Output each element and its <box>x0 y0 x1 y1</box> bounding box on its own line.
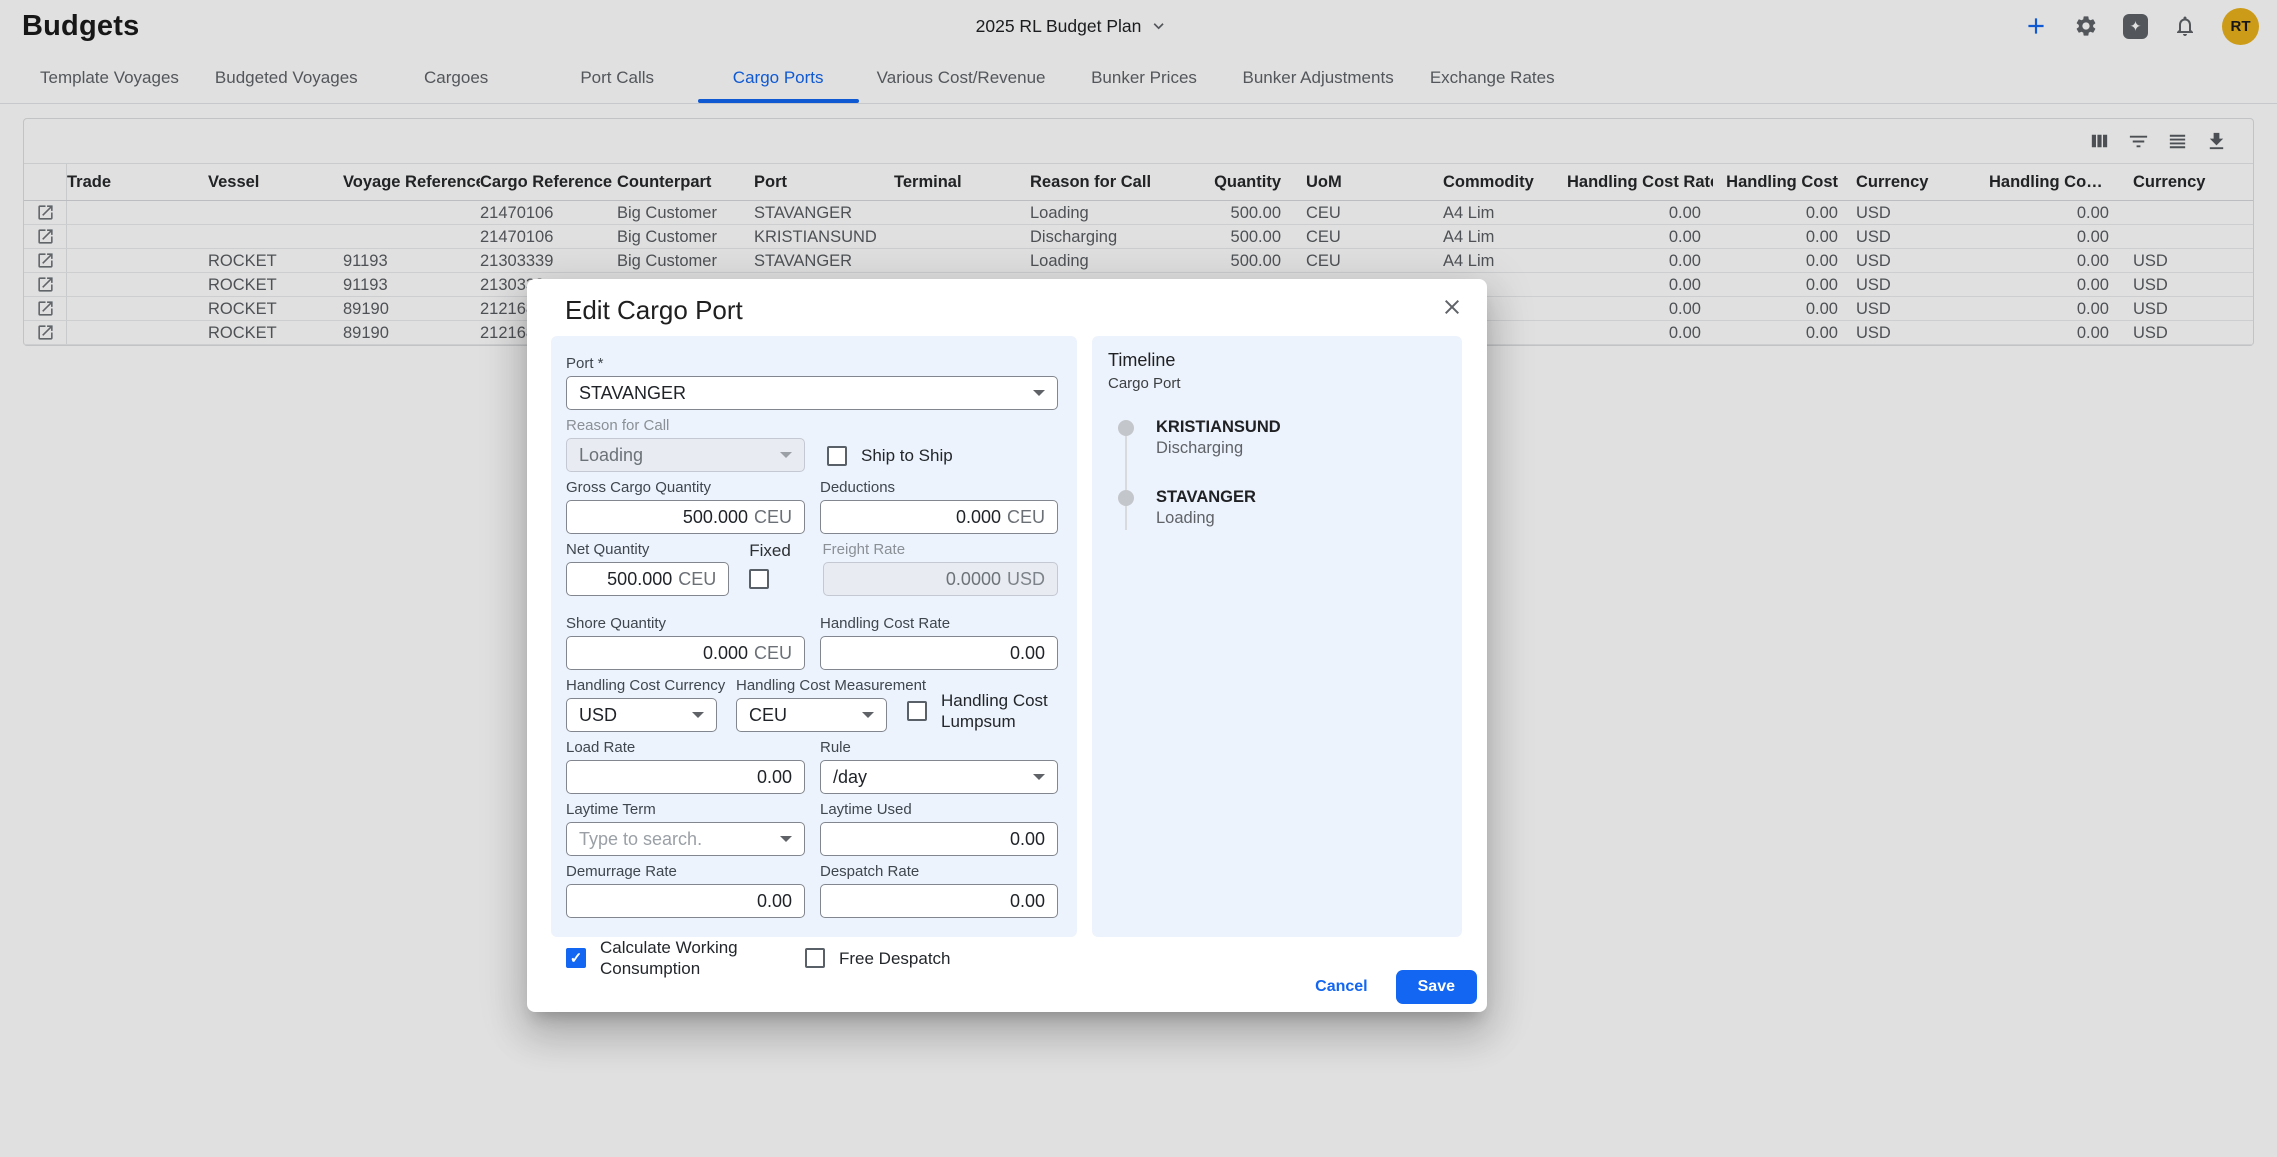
timeline-subtitle: Cargo Port <box>1108 375 1446 392</box>
freight-rate-value: 0.0000 <box>946 569 1001 590</box>
handling-cost-lumpsum-checkbox[interactable] <box>907 701 927 721</box>
load-rate-value: 0.00 <box>757 767 792 788</box>
cargo-port-form: Port * STAVANGER Reason for Call Loading <box>551 336 1077 937</box>
load-rate-input[interactable]: 0.00 <box>566 760 805 794</box>
fixed-label: Fixed <box>749 541 791 561</box>
timeline-dot-icon <box>1118 490 1134 506</box>
handling-cost-measurement-select[interactable]: CEU <box>736 698 887 732</box>
edit-cargo-port-dialog: Edit Cargo Port Port * STAVANGER Reason … <box>527 279 1487 1012</box>
timeline-port: KRISTIANSUND <box>1156 418 1446 437</box>
reason-for-call-select: Loading <box>566 438 805 472</box>
timeline-action: Loading <box>1156 509 1446 528</box>
reason-for-call-value: Loading <box>579 445 643 466</box>
ship-to-ship-checkbox[interactable] <box>827 446 847 466</box>
free-despatch-checkbox[interactable] <box>805 948 825 968</box>
despatch-rate-input[interactable]: 0.00 <box>820 884 1058 918</box>
deductions-unit: CEU <box>1007 507 1045 528</box>
free-despatch-label: Free Despatch <box>839 948 951 969</box>
freight-rate-unit: USD <box>1007 569 1045 590</box>
timeline-action: Discharging <box>1156 439 1446 458</box>
demurrage-rate-label: Demurrage Rate <box>566 863 805 880</box>
timeline-event: STAVANGER Loading <box>1118 488 1446 528</box>
shore-quantity-input[interactable]: 0.000 CEU <box>566 636 805 670</box>
rule-value: /day <box>833 767 867 788</box>
free-despatch-checkbox-row[interactable]: Free Despatch <box>805 948 951 969</box>
demurrage-rate-input[interactable]: 0.00 <box>566 884 805 918</box>
timeline-event: KRISTIANSUND Discharging <box>1118 418 1446 488</box>
net-quantity-value: 500.000 <box>607 569 672 590</box>
handling-cost-measurement-label: Handling Cost Measurement <box>736 677 887 694</box>
handling-cost-measurement-value: CEU <box>749 705 787 726</box>
caret-down-icon <box>862 712 874 718</box>
gross-cargo-quantity-value: 500.000 <box>683 507 748 528</box>
handling-cost-currency-label: Handling Cost Currency <box>566 677 717 694</box>
close-dialog-button[interactable] <box>1439 294 1465 320</box>
reason-for-call-label: Reason for Call <box>566 417 805 434</box>
deductions-label: Deductions <box>820 479 1058 496</box>
gross-cargo-quantity-label: Gross Cargo Quantity <box>566 479 805 496</box>
caret-down-icon <box>1033 390 1045 396</box>
fixed-checkbox[interactable] <box>749 569 769 589</box>
handling-cost-rate-input[interactable]: 0.00 <box>820 636 1058 670</box>
port-select[interactable]: STAVANGER <box>566 376 1058 410</box>
despatch-rate-value: 0.00 <box>1010 891 1045 912</box>
timeline-port: STAVANGER <box>1156 488 1446 507</box>
load-rate-label: Load Rate <box>566 739 805 756</box>
handling-cost-rate-value: 0.00 <box>1010 643 1045 664</box>
rule-label: Rule <box>820 739 1058 756</box>
timeline-events: KRISTIANSUND Discharging STAVANGER Loading <box>1118 418 1446 528</box>
port-label: Port * <box>566 355 1058 372</box>
ship-to-ship-checkbox-row[interactable]: Ship to Ship <box>827 445 953 466</box>
timeline-title: Timeline <box>1108 350 1446 371</box>
net-quantity-unit: CEU <box>678 569 716 590</box>
dialog-title: Edit Cargo Port <box>565 295 743 326</box>
timeline-panel: Timeline Cargo Port KRISTIANSUND Discharg… <box>1092 336 1462 937</box>
laytime-used-label: Laytime Used <box>820 801 1058 818</box>
deductions-value: 0.000 <box>956 507 1001 528</box>
shore-quantity-label: Shore Quantity <box>566 615 805 632</box>
laytime-term-input[interactable]: Type to search. <box>566 822 805 856</box>
handling-cost-lumpsum-label: Handling Cost Lumpsum <box>941 690 1058 732</box>
dialog-actions: Cancel Save <box>1301 970 1477 1004</box>
shore-quantity-value: 0.000 <box>703 643 748 664</box>
net-quantity-input[interactable]: 500.000 CEU <box>566 562 729 596</box>
close-icon <box>1440 295 1464 319</box>
caret-down-icon <box>780 836 792 842</box>
dialog-content: Port * STAVANGER Reason for Call Loading <box>551 336 1462 937</box>
rule-select[interactable]: /day <box>820 760 1058 794</box>
handling-cost-lumpsum-checkbox-row[interactable]: Handling Cost Lumpsum <box>907 690 1058 732</box>
shore-quantity-unit: CEU <box>754 643 792 664</box>
handling-cost-currency-value: USD <box>579 705 617 726</box>
demurrage-rate-value: 0.00 <box>757 891 792 912</box>
handling-cost-rate-label: Handling Cost Rate <box>820 615 1058 632</box>
freight-rate-input: 0.0000 USD <box>823 562 1059 596</box>
calculate-working-consumption-checkbox[interactable] <box>566 948 586 968</box>
net-quantity-label: Net Quantity <box>566 541 729 558</box>
cancel-button[interactable]: Cancel <box>1301 970 1381 1004</box>
caret-down-icon <box>692 712 704 718</box>
deductions-input[interactable]: 0.000 CEU <box>820 500 1058 534</box>
freight-rate-label: Freight Rate <box>823 541 1059 558</box>
gross-cargo-quantity-input[interactable]: 500.000 CEU <box>566 500 805 534</box>
port-value: STAVANGER <box>579 383 686 404</box>
caret-down-icon <box>1033 774 1045 780</box>
handling-cost-currency-select[interactable]: USD <box>566 698 717 732</box>
caret-down-icon <box>780 452 792 458</box>
timeline-dot-icon <box>1118 420 1134 436</box>
laytime-used-value: 0.00 <box>1010 829 1045 850</box>
gross-cargo-quantity-unit: CEU <box>754 507 792 528</box>
laytime-term-placeholder: Type to search. <box>579 829 702 850</box>
laytime-term-label: Laytime Term <box>566 801 805 818</box>
despatch-rate-label: Despatch Rate <box>820 863 1058 880</box>
save-button[interactable]: Save <box>1396 970 1477 1004</box>
laytime-used-input[interactable]: 0.00 <box>820 822 1058 856</box>
ship-to-ship-label: Ship to Ship <box>861 445 953 466</box>
calculate-working-consumption-checkbox-row[interactable]: Calculate Working Consumption <box>566 937 805 979</box>
calculate-working-consumption-label: Calculate Working Consumption <box>600 937 770 979</box>
